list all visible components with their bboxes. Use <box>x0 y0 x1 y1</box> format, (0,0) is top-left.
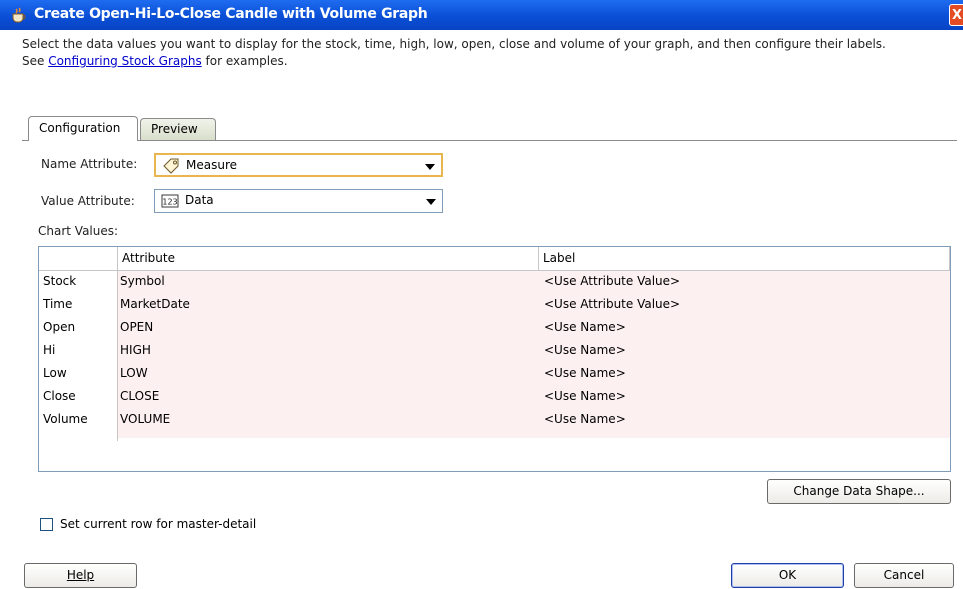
chevron-down-icon <box>426 199 436 205</box>
configuring-stock-graphs-link[interactable]: Configuring Stock Graphs <box>48 54 202 68</box>
name-attribute-value: Measure <box>186 158 237 172</box>
row-label[interactable]: <Use Name> <box>544 320 626 334</box>
numeric-icon: 123 <box>161 193 179 209</box>
row-attribute[interactable]: Symbol <box>120 274 165 288</box>
table-row[interactable]: Close CLOSE <Use Name> <box>39 386 950 409</box>
column-header-label[interactable]: Label <box>539 247 950 270</box>
chevron-down-icon <box>425 164 435 170</box>
row-attribute[interactable]: LOW <box>120 366 148 380</box>
change-data-shape-button[interactable]: Change Data Shape... <box>767 479 951 504</box>
title-bar: Create Open-Hi-Lo-Close Candle with Volu… <box>0 0 963 30</box>
value-attribute-value: Data <box>185 193 214 207</box>
row-attribute[interactable]: VOLUME <box>120 412 170 426</box>
row-name: Time <box>43 297 73 311</box>
row-label[interactable]: <Use Name> <box>544 343 626 357</box>
chart-values-table: Attribute Label Stock Symbol <Use Attrib… <box>38 246 951 472</box>
instructions-line-2: See Configuring Stock Graphs for example… <box>22 53 952 70</box>
chart-values-label: Chart Values: <box>38 224 119 238</box>
table-row[interactable]: Hi HIGH <Use Name> <box>39 340 950 363</box>
table-body: Stock Symbol <Use Attribute Value> Time … <box>39 271 950 471</box>
row-attribute[interactable]: MarketDate <box>120 297 190 311</box>
row-attribute[interactable]: OPEN <box>120 320 153 334</box>
instructions-prefix: See <box>22 54 49 68</box>
value-attribute-dropdown[interactable]: 123 Data <box>154 189 443 213</box>
table-row[interactable]: Time MarketDate <Use Attribute Value> <box>39 294 950 317</box>
instructions-text: Select the data values you want to displ… <box>22 36 952 70</box>
row-attribute[interactable]: CLOSE <box>120 389 159 403</box>
tab-configuration[interactable]: Configuration <box>28 116 138 141</box>
name-attribute-dropdown[interactable]: Measure <box>154 153 443 177</box>
table-row[interactable]: Volume VOLUME <Use Name> <box>39 409 950 432</box>
row-name: Low <box>43 366 67 380</box>
instructions-line-1: Select the data values you want to displ… <box>22 37 886 51</box>
row-name: Close <box>43 389 76 403</box>
ok-button[interactable]: OK <box>731 563 844 588</box>
table-header: Attribute Label <box>39 247 950 271</box>
tab-preview[interactable]: Preview <box>140 118 216 140</box>
help-button-label: Help <box>66 568 95 582</box>
row-label[interactable]: <Use Name> <box>544 366 626 380</box>
row-label[interactable]: <Use Name> <box>544 412 626 426</box>
row-label[interactable]: <Use Name> <box>544 389 626 403</box>
row-attribute[interactable]: HIGH <box>120 343 151 357</box>
master-detail-checkbox[interactable] <box>40 518 53 531</box>
numeric-icon-text: 123 <box>162 198 177 207</box>
table-corner-cell <box>39 247 118 270</box>
row-label[interactable]: <Use Attribute Value> <box>544 274 680 288</box>
instructions-suffix: for examples. <box>201 54 288 68</box>
help-button[interactable]: Help <box>24 563 137 588</box>
close-button[interactable]: X <box>949 4 963 26</box>
row-name: Hi <box>43 343 56 357</box>
row-label[interactable]: <Use Attribute Value> <box>544 297 680 311</box>
tag-icon <box>162 158 180 174</box>
value-attribute-label: Value Attribute: <box>41 194 135 208</box>
name-attribute-label: Name Attribute: <box>41 157 138 171</box>
coffee-cup-icon <box>10 7 28 23</box>
row-name: Volume <box>43 412 88 426</box>
cancel-button[interactable]: Cancel <box>854 563 954 588</box>
table-row[interactable]: Stock Symbol <Use Attribute Value> <box>39 271 950 294</box>
window-title: Create Open-Hi-Lo-Close Candle with Volu… <box>34 6 428 22</box>
master-detail-label: Set current row for master-detail <box>60 517 257 531</box>
table-row[interactable]: Open OPEN <Use Name> <box>39 317 950 340</box>
column-header-attribute[interactable]: Attribute <box>118 247 539 270</box>
row-name: Stock <box>43 274 77 288</box>
table-row[interactable]: Low LOW <Use Name> <box>39 363 950 386</box>
row-name: Open <box>43 320 76 334</box>
